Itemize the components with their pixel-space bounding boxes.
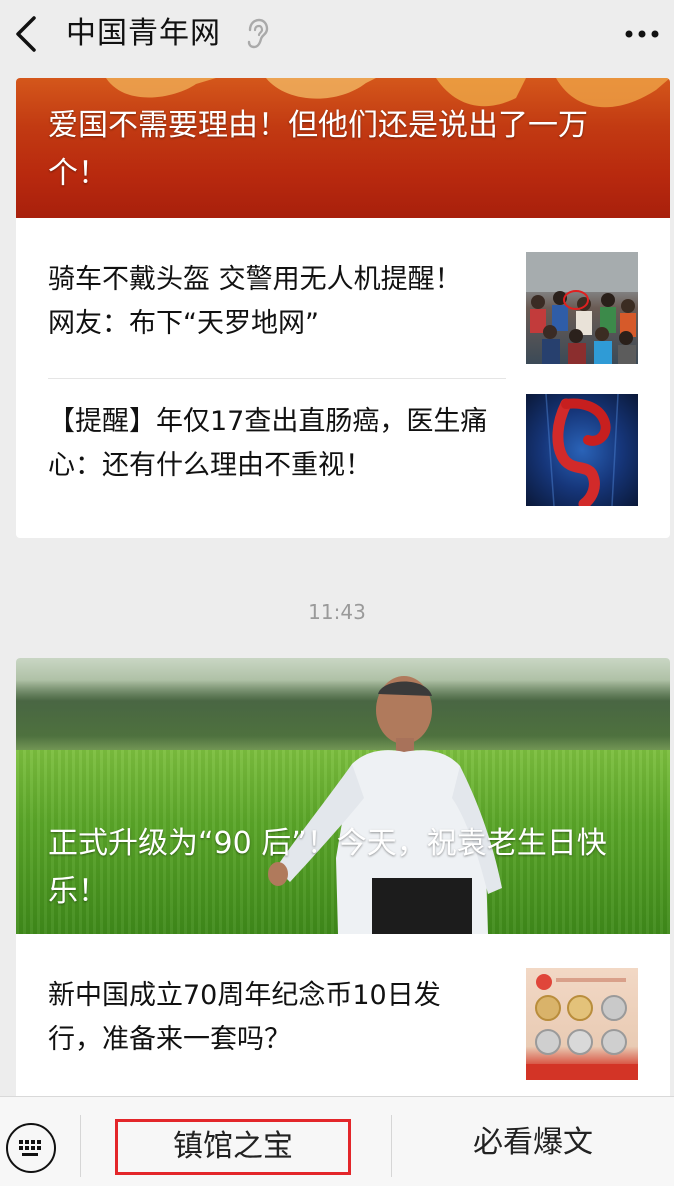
bottom-menu: 镇馆之宝 必看爆文 (0, 1096, 674, 1186)
article-title: 骑车不戴头盔 交警用无人机提醒！网友：布下“天罗地网” (48, 264, 462, 339)
keyboard-icon[interactable] (6, 1123, 56, 1173)
chat-title: 中国青年网 (66, 16, 221, 51)
article-thumbnail (526, 394, 638, 506)
featured-article-title: 正式升级为“90 后”！今天，祝袁老生日快乐！ (48, 826, 607, 909)
featured-article[interactable]: 爱国不需要理由！但他们还是说出了一万个！ (16, 78, 670, 218)
menu-divider (80, 1115, 81, 1177)
list-item[interactable]: 【提醒】年仅17查出直肠癌，医生痛心：还有什么理由不重视！ (16, 360, 670, 506)
menu-item-treasures[interactable]: 镇馆之宝 (115, 1119, 351, 1175)
message-timestamp: 11:43 (308, 600, 366, 624)
article-title: 【提醒】年仅17查出直肠癌，医生痛心：还有什么理由不重视！ (48, 406, 488, 481)
list-item[interactable]: 骑车不戴头盔 交警用无人机提醒！网友：布下“天罗地网” (16, 218, 670, 364)
ear-icon (244, 18, 270, 50)
featured-article[interactable]: 正式升级为“90 后”！今天，祝袁老生日快乐！ (16, 658, 670, 934)
article-card: 爱国不需要理由！但他们还是说出了一万个！ 骑车不戴头盔 交警用无人机提醒！网友：… (16, 78, 670, 538)
featured-article-title: 爱国不需要理由！但他们还是说出了一万个！ (48, 108, 588, 191)
article-thumbnail (526, 252, 638, 364)
more-dots-icon[interactable] (622, 18, 662, 50)
article-title: 新中国成立70周年纪念币10日发行，准备来一套吗？ (48, 980, 441, 1055)
back-icon[interactable] (10, 14, 44, 54)
article-card: 正式升级为“90 后”！今天，祝袁老生日快乐！ 新中国成立70周年纪念币10日发… (16, 658, 670, 1108)
article-thumbnail (526, 968, 638, 1080)
menu-item-must-read[interactable]: 必看爆文 (392, 1115, 674, 1171)
nav-header: 中国青年网 (0, 0, 674, 70)
list-item[interactable]: 新中国成立70周年纪念币10日发行，准备来一套吗？ (16, 934, 670, 1080)
